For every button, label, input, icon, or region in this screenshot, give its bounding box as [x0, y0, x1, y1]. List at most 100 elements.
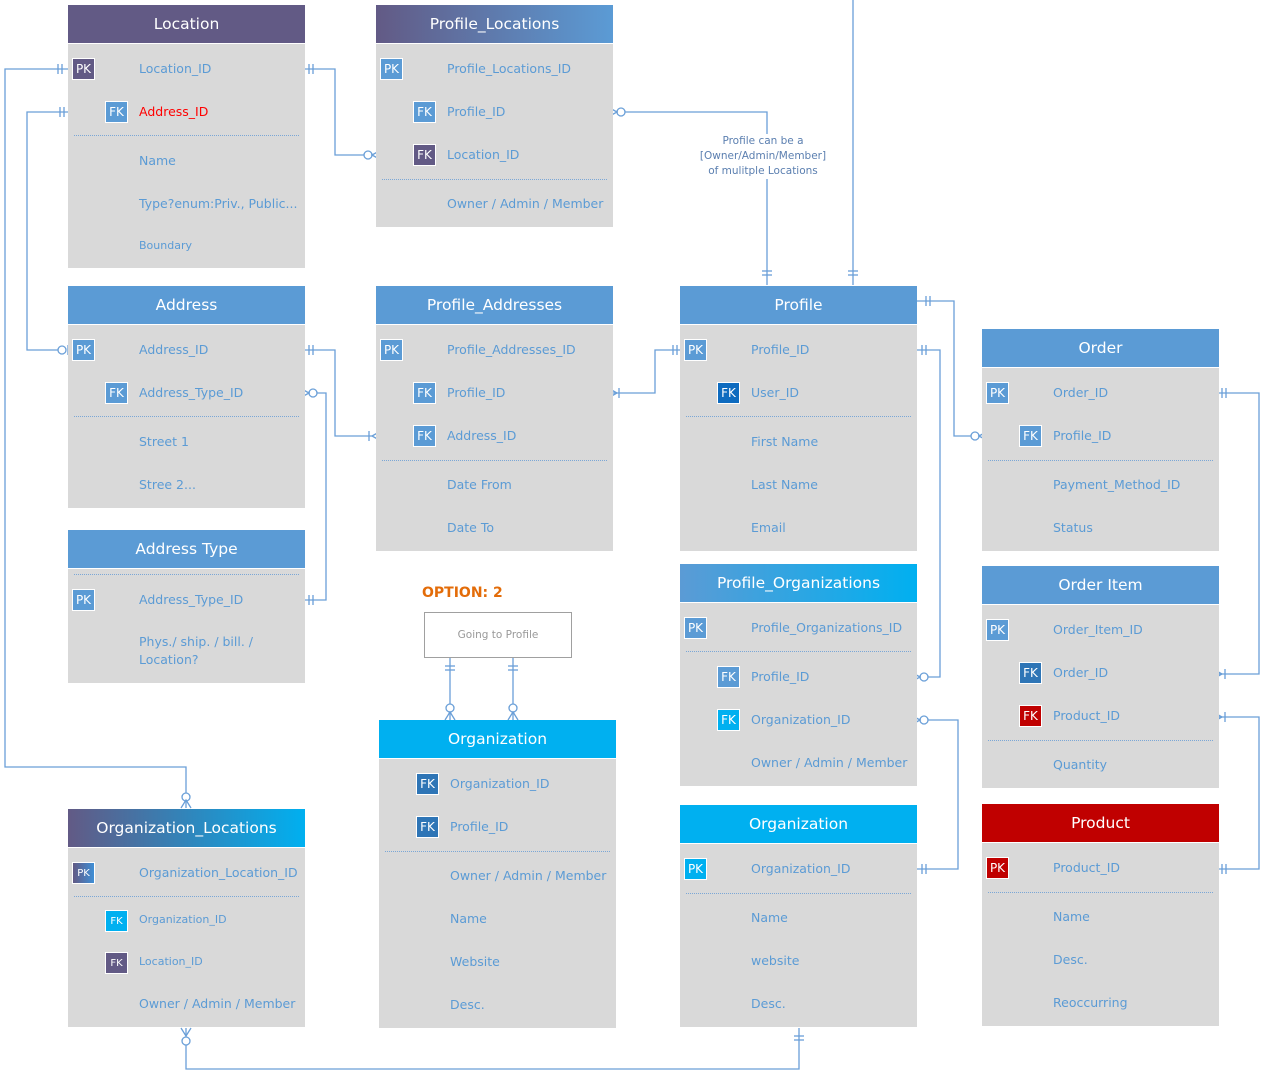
entity-profile-locations[interactable]: Profile_Locations PK Profile_Locations_I…	[376, 5, 613, 227]
note-line: of mulitple Locations	[708, 165, 818, 177]
field-name: Desc.	[751, 996, 786, 1011]
field-name: Owner / Admin / Member	[450, 868, 607, 883]
field-name: Owner / Admin / Member	[447, 196, 604, 211]
cardinality-mark	[308, 388, 318, 398]
divider	[382, 460, 607, 461]
field-row: PK Profile_ID	[680, 340, 917, 360]
field-name: Email	[751, 520, 786, 535]
fk-badge: FK	[718, 667, 739, 687]
fk-badge: FK	[414, 102, 435, 122]
pk-badge: PK	[987, 383, 1008, 403]
fk-badge: FK	[1020, 426, 1041, 446]
field-name: Type?enum:Priv., Public...	[139, 196, 298, 211]
note-line: [Owner/Admin/Member]	[699, 150, 827, 162]
field-row: PK Address_Type_ID	[68, 590, 305, 610]
entity-organization-header: Organization	[680, 805, 917, 844]
entity-profile-addresses[interactable]: Profile_Addresses PK Profile_Addresses_I…	[376, 286, 613, 551]
field-row: First Name	[680, 432, 917, 452]
field-row: FK Profile_ID	[376, 383, 613, 403]
field-name: Desc.	[1053, 952, 1088, 967]
fk-badge: FK	[414, 426, 435, 446]
going-to-profile-label: Going to Profile	[457, 629, 539, 641]
connector-order-orderitem	[1214, 392, 1260, 675]
field-row: PK Address_ID	[68, 340, 305, 360]
pk-badge: PK	[73, 340, 94, 360]
divider	[686, 893, 911, 894]
divider	[686, 416, 911, 417]
field-row: Owner / Admin / Member	[680, 753, 917, 773]
entity-product[interactable]: Product PK Product_ID Name Desc. Reoccur…	[982, 804, 1219, 1026]
connector-orderitem-product	[1214, 716, 1260, 870]
divider	[686, 651, 911, 652]
field-row: Date To	[376, 518, 613, 538]
field-name: Profile_Locations_ID	[447, 61, 572, 76]
field-name: Profile_Addresses_ID	[447, 342, 576, 357]
divider	[382, 179, 607, 180]
entity-product-header: Product	[982, 804, 1219, 843]
field-row: website	[680, 951, 917, 971]
field-name: User_ID	[751, 385, 800, 400]
cardinality-mark	[508, 703, 518, 713]
entity-address[interactable]: Address PK Address_ID FK Address_Type_ID…	[68, 286, 305, 508]
pk-badge: PK	[685, 859, 706, 879]
entity-address-header: Address	[68, 286, 305, 325]
connector-profile-profileorgs	[913, 349, 941, 678]
field-row: Quantity	[982, 755, 1219, 775]
field-name: Date To	[447, 520, 495, 535]
field-name: Address_ID	[447, 428, 517, 443]
field-name: Name	[139, 153, 176, 168]
field-name: Reoccurring	[1053, 995, 1128, 1010]
cardinality-mark	[181, 1036, 191, 1046]
field-row: FK Profile_ID	[376, 102, 613, 122]
field-name: Owner / Admin / Member	[751, 755, 908, 770]
going-to-profile-box[interactable]: Going to Profile	[424, 612, 572, 658]
cardinality-mark	[507, 710, 519, 721]
entity-profile-locations-header: Profile_Locations	[376, 5, 613, 44]
field-row: Last Name	[680, 475, 917, 495]
field-row: Name	[982, 907, 1219, 927]
entity-address-type[interactable]: Address Type PK Address_Type_ID Phys./ s…	[68, 530, 305, 683]
entity-organization-locations[interactable]: Organization_Locations PK Organization_L…	[68, 809, 305, 1027]
field-row: Phys./ ship. / bill. /	[68, 632, 305, 652]
field-name: Organization_ID	[751, 861, 851, 876]
field-name: Profile_ID	[450, 819, 509, 834]
field-name: Organization_ID	[450, 776, 550, 791]
entity-profile[interactable]: Profile PK Profile_ID FK User_ID First N…	[680, 286, 917, 551]
field-name: Order_ID	[1053, 665, 1109, 680]
entity-organization-option2-header: Organization	[379, 720, 616, 759]
connector-profileorgs-organization	[913, 719, 959, 870]
pk-badge: PK	[73, 590, 94, 610]
entity-organization-option2[interactable]: Organization FK Organization_ID FK Profi…	[379, 720, 616, 1028]
entity-order-item[interactable]: Order Item PK Order_Item_ID FK Order_ID …	[982, 566, 1219, 788]
field-row: Boundary	[68, 237, 305, 257]
connector-location-address	[26, 111, 74, 351]
field-row: PK Organization_Location_ID	[68, 863, 305, 883]
cardinality-mark	[616, 107, 626, 117]
field-row: FK Profile_ID	[379, 817, 616, 837]
entity-order[interactable]: Order PK Order_ID FK Profile_ID Payment_…	[982, 329, 1219, 551]
fk-badge: FK	[1020, 663, 1041, 683]
entity-location[interactable]: Location PK Location_ID FK Address_ID Na…	[68, 5, 305, 268]
field-name: Location_ID	[139, 955, 203, 968]
field-row: FK Location_ID	[376, 145, 613, 165]
option-label: OPTION: 2	[422, 585, 503, 601]
cardinality-mark	[363, 150, 373, 160]
divider	[988, 740, 1213, 741]
field-name: Address_ID	[139, 104, 209, 119]
divider	[74, 574, 299, 575]
field-name: Address_Type_ID	[139, 385, 244, 400]
field-row: Owner / Admin / Member	[376, 194, 613, 214]
field-name: Status	[1053, 520, 1093, 535]
fk-badge: FK	[718, 383, 739, 403]
field-name: Address_ID	[139, 342, 209, 357]
field-name: Order_ID	[1053, 385, 1109, 400]
field-row: Status	[982, 518, 1219, 538]
entity-organization[interactable]: Organization PK Organization_ID Name web…	[680, 805, 917, 1027]
field-row: Name	[680, 908, 917, 928]
entity-profile-organizations[interactable]: Profile_Organizations PK Profile_Organiz…	[680, 564, 917, 786]
field-name: Location_ID	[447, 147, 520, 162]
fk-badge: FK	[718, 710, 739, 730]
field-row: Email	[680, 518, 917, 538]
field-name: Product_ID	[1053, 708, 1121, 723]
field-row: PK Product_ID	[982, 858, 1219, 878]
